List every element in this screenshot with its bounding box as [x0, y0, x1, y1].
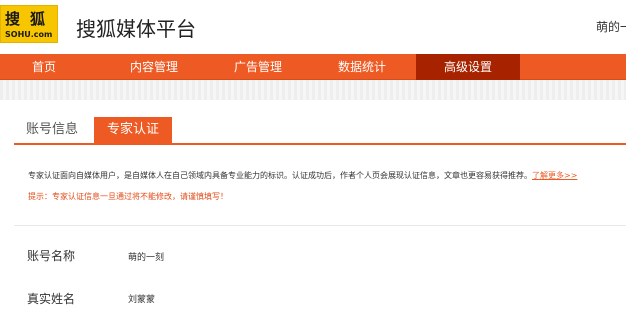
certification-description: 专家认证面向自媒体用户，是自媒体人在自己领域内具备专业能力的标识。认证成功后，作… — [28, 170, 626, 181]
nav-shadow-stripe — [0, 80, 626, 100]
nav-content-management[interactable]: 内容管理 — [102, 54, 206, 80]
description-text: 专家认证面向自媒体用户，是自媒体人在自己领域内具备专业能力的标识。认证成功后，作… — [28, 171, 532, 180]
logo-chinese-text: 搜狐 — [5, 10, 56, 28]
user-menu[interactable]: 萌的一 — [596, 18, 626, 35]
sohu-logo[interactable]: 搜狐 SOHU.com — [0, 5, 58, 43]
nav-home[interactable]: 首页 — [0, 54, 88, 80]
real-name-value: 刘蒙蒙 — [128, 295, 156, 305]
section-divider — [14, 225, 626, 226]
tab-account-info[interactable]: 账号信息 — [26, 117, 78, 143]
certification-warning: 提示：专家认证信息一旦通过将不能修改，请谨慎填写！ — [28, 192, 228, 201]
real-name-label: 真实姓名 — [27, 292, 76, 306]
site-header: 搜狐 SOHU.com 搜狐媒体平台 萌的一 — [0, 0, 626, 52]
nav-advanced-settings[interactable]: 高级设置 — [416, 54, 520, 80]
nav-data-statistics[interactable]: 数据统计 — [310, 54, 414, 80]
tabs-underline — [14, 143, 626, 145]
nav-ad-management[interactable]: 广告管理 — [206, 54, 310, 80]
account-name-value: 萌的一刻 — [128, 253, 165, 263]
learn-more-link[interactable]: 了解更多>> — [532, 171, 577, 180]
main-nav: 首页 内容管理 广告管理 数据统计 高级设置 — [0, 54, 626, 80]
site-title: 搜狐媒体平台 — [76, 17, 196, 41]
account-name-label: 账号名称 — [27, 249, 76, 263]
tab-expert-certification[interactable]: 专家认证 — [94, 117, 172, 143]
logo-english-text: SOHU.com — [5, 30, 53, 39]
